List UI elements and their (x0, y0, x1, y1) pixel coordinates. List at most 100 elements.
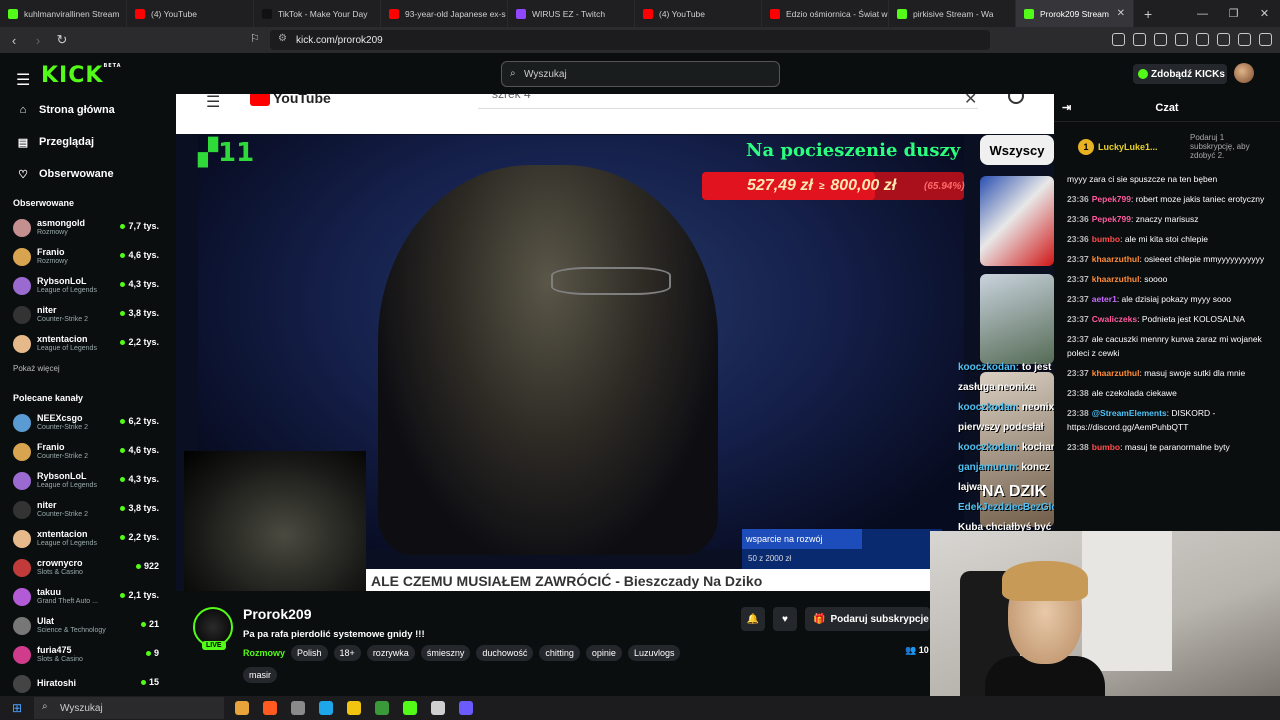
channel-item[interactable]: Hiratoshi 15 (0, 669, 176, 696)
menu-icon[interactable] (1259, 33, 1272, 46)
channel-avatar (13, 500, 31, 519)
back-icon[interactable]: ‹ (4, 33, 24, 48)
get-kicks-button[interactable]: Zdobądź KICKs (1133, 64, 1227, 84)
channel-item[interactable]: xntentacion League of Legends 2,2 tys. (0, 329, 176, 358)
browser-tab[interactable]: TikTok - Make Your Day (254, 0, 381, 27)
url-field[interactable]: ⚙ kick.com/prorok209 (270, 30, 990, 50)
channel-name[interactable]: Prorok209 (243, 606, 311, 622)
channel-item[interactable]: Franio Counter-Strike 2 4,6 tys. (0, 437, 176, 466)
new-tab-icon[interactable]: + (1144, 6, 1152, 22)
shield-icon[interactable] (1238, 33, 1251, 46)
taskbar-app[interactable] (396, 697, 424, 719)
taskbar-app[interactable] (452, 697, 480, 719)
chat-username[interactable]: Pepek799 (1092, 194, 1131, 204)
browser-tab[interactable]: kuhlmanvirallinen Stream (0, 0, 127, 27)
follow-button[interactable]: ♥ (773, 607, 797, 631)
taskbar-app[interactable] (256, 697, 284, 719)
sidebar-nav-item[interactable]: ⌂ Strona główna (0, 94, 176, 126)
chat-username[interactable]: bumbo (1092, 442, 1120, 452)
gift-leaderboard: 1 LuckyLuke1... Podaruj 1 subskrypcję, a… (1054, 122, 1280, 172)
chat-username[interactable]: bumbo (1092, 234, 1120, 244)
chat-message: 23:36 Pepek799: robert moze jakis taniec … (1067, 194, 1265, 204)
chat-username[interactable]: @StreamElements (1092, 408, 1167, 418)
maximize-icon[interactable]: ❐ (1218, 7, 1249, 20)
chat-message: 23:38 ale czekolada ciekawe (1067, 386, 1274, 400)
bookmark-icon[interactable]: ⚐ (250, 32, 260, 45)
video-player[interactable]: ☰ YouTube szrek 4 ✕ ▞11 Na pocieszenie d… (176, 94, 1054, 591)
browser-tab[interactable]: pirkisive Stream - Wa (889, 0, 1016, 27)
collapse-chat-icon[interactable]: ⇥ (1062, 101, 1071, 114)
stream-category-link[interactable]: Rozmowy (243, 645, 285, 661)
channel-item[interactable]: Ulat Science & Technology 21 (0, 611, 176, 640)
close-tab-icon[interactable]: ✕ (1117, 8, 1125, 19)
taskbar-app[interactable] (228, 697, 256, 719)
taskbar-app[interactable] (284, 697, 312, 719)
stream-tag[interactable]: rozrywka (366, 645, 415, 661)
site-settings-icon[interactable]: ⚙ (278, 33, 287, 44)
taskbar-app[interactable] (340, 697, 368, 719)
channel-item[interactable]: niter Counter-Strike 2 3,8 tys. (0, 495, 176, 524)
search-input[interactable]: ⌕ Wyszukaj (501, 61, 780, 87)
channel-viewers: 15 (141, 677, 159, 687)
sidebar-nav-item[interactable]: ▤ Przeglądaj (0, 126, 176, 158)
channel-item[interactable]: RybsonLoL League of Legends 4,3 tys. (0, 271, 176, 300)
channel-item[interactable]: takuu Grand Theft Auto ... 2,1 tys. (0, 582, 176, 611)
chat-username[interactable]: Pepek799 (1092, 214, 1131, 224)
minimize-icon[interactable]: — (1187, 8, 1218, 20)
stream-tag[interactable]: opinie (585, 645, 622, 661)
taskbar-app[interactable] (312, 697, 340, 719)
reload-icon[interactable]: ↻ (52, 32, 72, 48)
sidebar-nav-item[interactable]: ♡ Obserwowane (0, 158, 176, 190)
channel-item[interactable]: asmongold Rozmowy 7,7 tys. (0, 213, 176, 242)
leaderboard-user[interactable]: LuckyLuke1... (1098, 142, 1158, 152)
channel-item[interactable]: Franio Rozmowy 4,6 tys. (0, 242, 176, 271)
taskbar-app-icon (459, 701, 473, 715)
user-avatar[interactable] (1234, 63, 1254, 83)
chat-username[interactable]: khaarzuthul (1092, 274, 1140, 284)
channel-item[interactable]: niter Counter-Strike 2 3,8 tys. (0, 300, 176, 329)
windows-start-icon[interactable]: ⊞ (0, 701, 34, 715)
chat-header: ⇥ Czat (1054, 94, 1280, 122)
stream-tag[interactable]: masir (243, 667, 277, 683)
taskbar-search[interactable]: ⌕ Wyszukaj (34, 697, 224, 719)
stream-tag[interactable]: chitting (539, 645, 580, 661)
taskbar-app[interactable] (424, 697, 452, 719)
stream-tag[interactable]: Luzuvlogs (627, 645, 681, 661)
taskbar-app[interactable] (368, 697, 396, 719)
tab-search-icon[interactable] (1133, 33, 1146, 46)
tab-favicon-icon (8, 8, 18, 19)
chat-username[interactable]: aeter1 (1092, 294, 1117, 304)
close-window-icon[interactable]: ✕ (1249, 7, 1280, 20)
stream-tag[interactable]: śmieszny (420, 645, 471, 661)
browser-tab[interactable]: WIRUS EZ - Twitch (508, 0, 635, 27)
stream-tag[interactable]: 18+ (333, 645, 361, 661)
browser-tab[interactable]: Prorok209 Stream ✕ (1016, 0, 1134, 27)
chat-username[interactable]: khaarzuthul (1092, 368, 1140, 378)
browser-tab[interactable]: 93-year-old Japanese ex-s (381, 0, 508, 27)
channel-item[interactable]: crownycro Slots & Casino 922 (0, 553, 176, 582)
wallet-icon[interactable] (1196, 33, 1209, 46)
gift-subscription-button[interactable]: 🎁 Podaruj subskrypcje (805, 607, 930, 631)
channel-avatar (13, 442, 31, 461)
channel-viewers: 21 (141, 619, 159, 629)
channel-item[interactable]: RybsonLoL League of Legends 4,3 tys. (0, 466, 176, 495)
channel-item[interactable]: furia475 Slots & Casino 9 (0, 640, 176, 669)
stream-tag[interactable]: duchowość (476, 645, 534, 661)
forward-icon[interactable]: › (28, 33, 48, 48)
show-more-link[interactable]: Pokaż więcej (0, 358, 176, 385)
browser-tab[interactable]: Edzio ośmiornica - Świat w (762, 0, 889, 27)
media-icon[interactable] (1154, 33, 1167, 46)
vpn-icon[interactable] (1217, 33, 1230, 46)
sidebar-icon[interactable] (1175, 33, 1188, 46)
extensions-icon[interactable] (1112, 33, 1125, 46)
kick-logo[interactable]: KICKBETA (41, 63, 122, 88)
channel-item[interactable]: NEEXcsgo Counter-Strike 2 6,2 tys. (0, 408, 176, 437)
browser-tab[interactable]: (4) YouTube (635, 0, 762, 27)
chat-username[interactable]: Cwaliczeks (1092, 314, 1137, 324)
chat-username[interactable]: khaarzuthul (1092, 254, 1140, 264)
stream-tag[interactable]: Polish (291, 645, 328, 661)
browser-tab[interactable]: (4) YouTube (127, 0, 254, 27)
notification-bell-button[interactable]: 🔔 (741, 607, 765, 631)
channel-item[interactable]: xntentacion League of Legends 2,2 tys. (0, 524, 176, 553)
hamburger-menu-icon[interactable]: ☰ (16, 70, 30, 90)
